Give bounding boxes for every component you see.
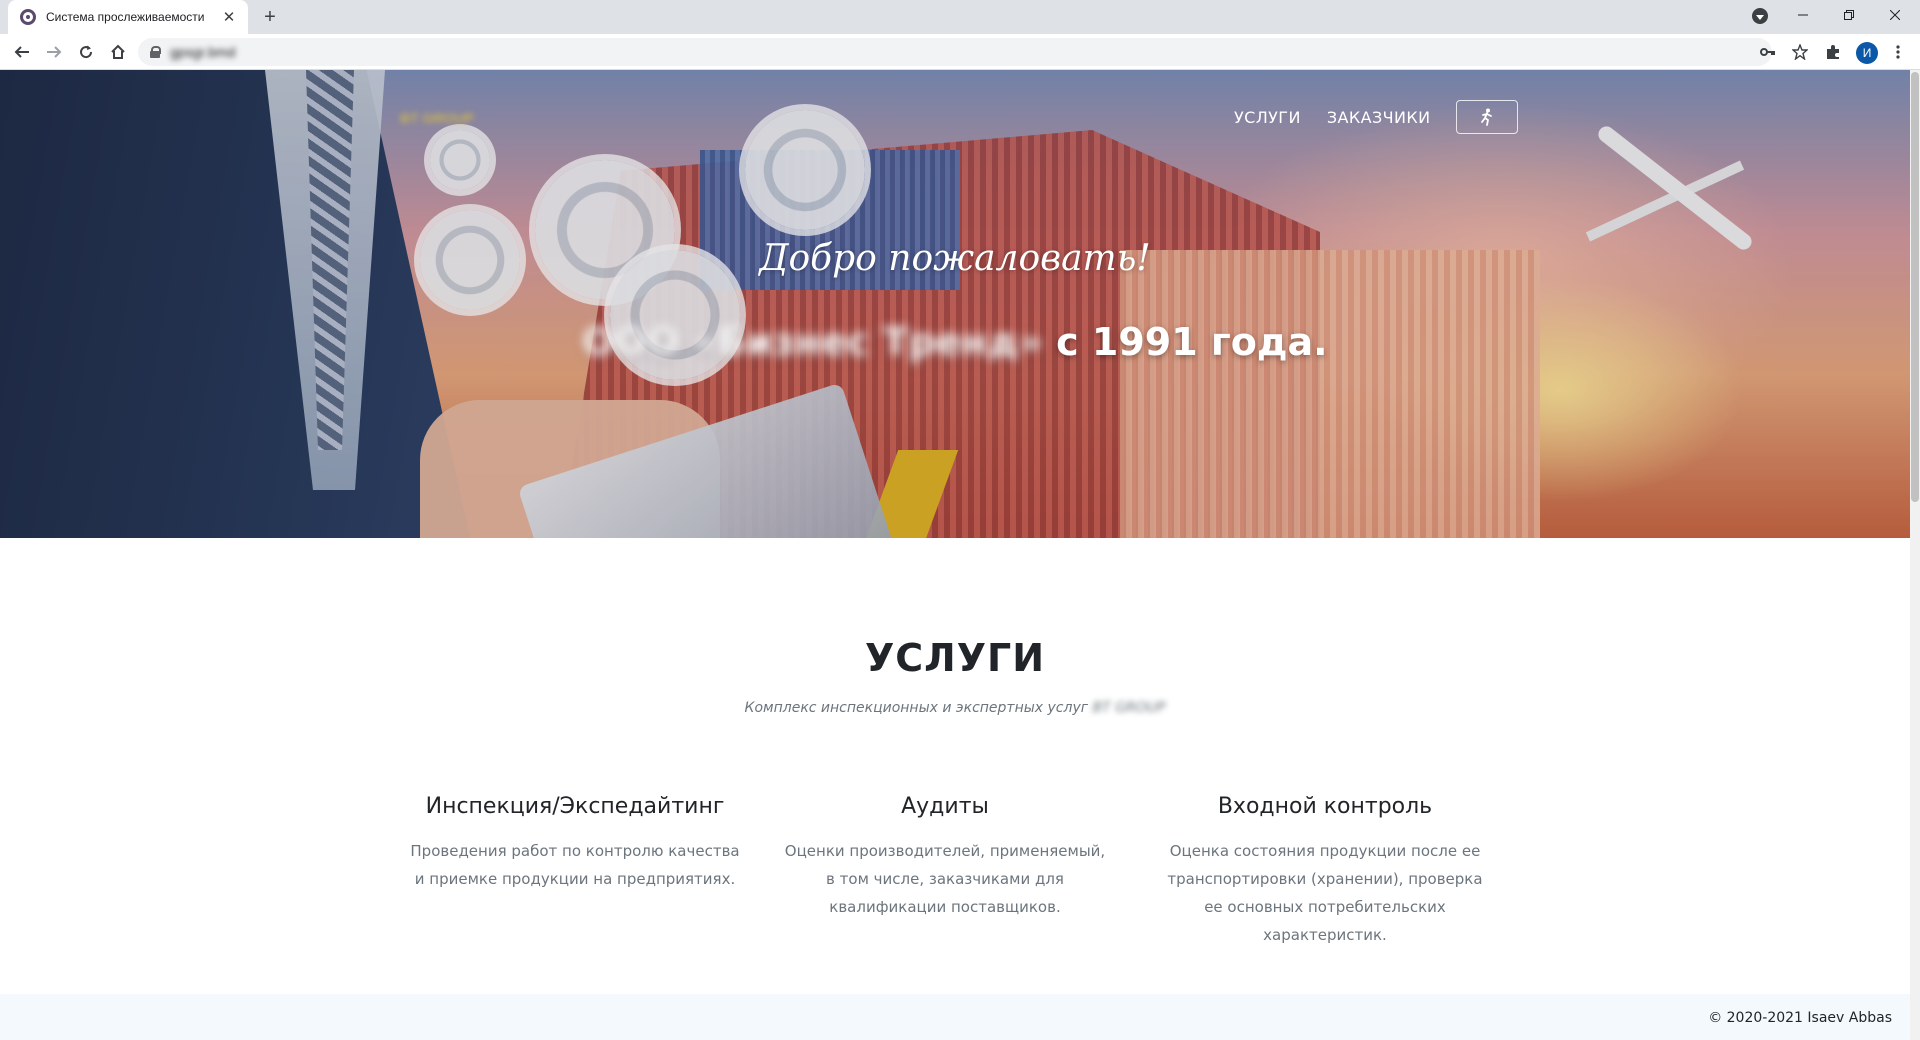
home-icon[interactable] <box>104 38 132 66</box>
browser-tab-active[interactable]: Система прослеживаемости ✕ <box>8 0 248 34</box>
site-favicon-icon <box>20 9 36 25</box>
browser-tab-bar: Система прослеживаемости ✕ + <box>0 0 1920 34</box>
close-tab-icon[interactable]: ✕ <box>220 8 238 26</box>
page-viewport: BT GROUP УСЛУГИ ЗАКАЗЧИКИ Добро пожалова… <box>0 70 1910 1040</box>
service-title: Входной контроль <box>1217 794 1433 819</box>
profile-avatar[interactable]: И <box>1856 42 1878 64</box>
service-card-audits: Аудиты Оценки производителей, применяемы… <box>780 794 1110 921</box>
services-heading: УСЛУГИ <box>864 636 1046 680</box>
page-scrollbar[interactable] <box>1910 70 1920 1040</box>
tab-search-icon[interactable] <box>1752 8 1768 24</box>
new-tab-button[interactable]: + <box>258 5 282 29</box>
bookmark-star-icon[interactable] <box>1790 42 1810 62</box>
hero-company-name-blurred: ООО «Бизнес Тренд» <box>582 320 1043 364</box>
hero-since-text: с 1991 года. <box>1056 320 1328 364</box>
key-icon[interactable] <box>1758 42 1778 62</box>
address-bar[interactable]: gpsgr.bmd <box>138 38 1772 66</box>
nav-link-customers[interactable]: ЗАКАЗЧИКИ <box>1327 108 1431 127</box>
hero-welcome-text: Добро пожаловать! <box>759 238 1151 279</box>
reload-icon[interactable] <box>72 38 100 66</box>
url-text: gpsgr.bmd <box>170 44 236 60</box>
lock-icon <box>150 46 161 58</box>
services-subtitle: Комплекс инспекционных и экспертных услу… <box>0 700 1910 716</box>
person-running-icon <box>1481 108 1493 126</box>
back-arrow-icon[interactable] <box>8 38 36 66</box>
page-footer: © 2020-2021 Isaev Abbas <box>0 994 1910 1040</box>
copyright-text: © 2020-2021 Isaev Abbas <box>1708 1010 1892 1026</box>
browser-menu-icon[interactable] <box>1888 42 1908 62</box>
service-card-inspection: Инспекция/Экспедайтинг Проведения работ … <box>410 794 740 893</box>
service-description: Оценки производителей, применяемый, в то… <box>784 842 1106 916</box>
close-window-icon[interactable] <box>1872 0 1918 30</box>
hero-banner: BT GROUP УСЛУГИ ЗАКАЗЧИКИ Добро пожалова… <box>0 70 1910 538</box>
restore-icon[interactable] <box>1826 0 1872 30</box>
scrollbar-thumb[interactable] <box>1911 72 1919 502</box>
service-description: Проведения работ по контролю качества и … <box>410 842 740 888</box>
tab-title: Система прослеживаемости <box>46 10 205 24</box>
service-title: Аудиты <box>901 794 989 819</box>
nav-link-services[interactable]: УСЛУГИ <box>1234 108 1301 127</box>
service-card-incoming-control: Входной контроль Оценка состояния продук… <box>1160 794 1490 949</box>
browser-toolbar: gpsgr.bmd И <box>0 34 1920 70</box>
hero-company-line: ООО «Бизнес Тренд» с 1991 года. <box>0 320 1910 364</box>
services-subtitle-blurred: BT GROUP <box>1092 700 1166 716</box>
forward-arrow-icon[interactable] <box>40 38 68 66</box>
hero-overlay <box>0 70 1910 538</box>
login-button[interactable] <box>1456 100 1519 134</box>
service-description: Оценка состояния продукции после ее тран… <box>1167 842 1483 944</box>
services-subtitle-text: Комплекс инспекционных и экспертных услу… <box>744 700 1089 716</box>
service-title: Инспекция/Экспедайтинг <box>425 794 725 819</box>
main-nav: УСЛУГИ ЗАКАЗЧИКИ <box>1234 100 1519 134</box>
extensions-puzzle-icon[interactable] <box>1823 42 1843 62</box>
minimize-icon[interactable] <box>1780 0 1826 30</box>
